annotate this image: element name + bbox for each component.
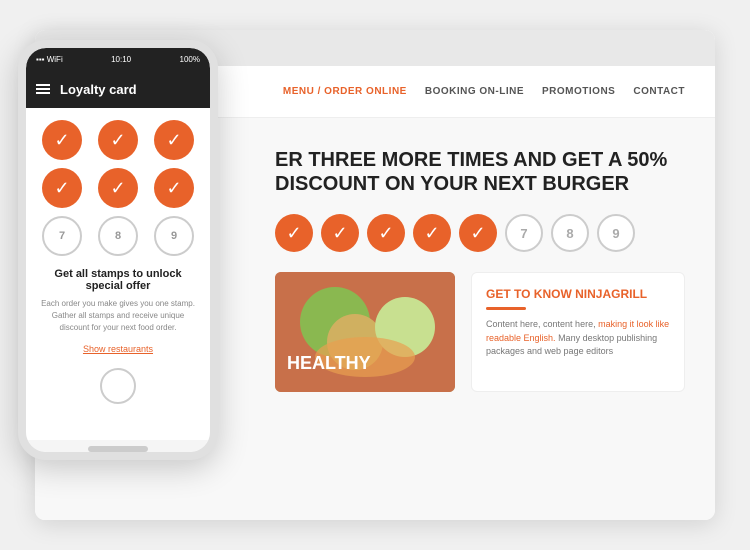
info-title-brand: NINJAGRILL [575,287,647,301]
phone-stamp-empty-7: 7 [42,216,82,256]
phone-stamp-empty-8: 8 [98,216,138,256]
stamp-1: ✓ [275,214,313,252]
nav-link-menu[interactable]: MENU / ORDER ONLINE [283,86,407,97]
info-text-highlight: making it look like readable English. [486,319,669,343]
food-image [275,272,455,392]
phone-stamp-empty-9: 9 [154,216,194,256]
hamburger-line-2 [36,88,50,90]
phone-stamp-4: ✓ [42,168,82,208]
phone-app-header: Loyalty card [26,70,210,108]
info-card: GET TO KNOW NINJAGRILL Content here, con… [471,272,685,392]
food-card: HEALTHY [275,272,455,392]
stamp-9: 9 [597,214,635,252]
phone-stamp-1: ✓ [42,120,82,160]
stamps-row: ✓ ✓ ✓ ✓ ✓ 7 8 9 [275,214,685,252]
hero-line1: ER THREE MORE TIMES AND GET A 50% [275,148,685,172]
stamp-3: ✓ [367,214,405,252]
phone-stamps-grid: ✓ ✓ ✓ ✓ ✓ ✓ 7 8 9 [38,120,198,256]
phone-signal: ▪▪▪ WiFi [36,55,63,64]
phone-body: ✓ ✓ ✓ ✓ ✓ ✓ 7 8 9 Get all stamps to unlo… [26,108,210,440]
phone-mockup: ▪▪▪ WiFi 10:10 100% Loyalty card ✓ ✓ ✓ ✓… [18,40,218,460]
phone-status-bar: ▪▪▪ WiFi 10:10 100% [26,48,210,70]
hero-heading: ER THREE MORE TIMES AND GET A 50% DISCOU… [275,148,685,196]
phone-stamp-5: ✓ [98,168,138,208]
stamp-4: ✓ [413,214,451,252]
nav-link-promotions[interactable]: PROMOTIONS [542,86,615,97]
hero-line2: DISCOUNT ON YOUR NEXT BURGER [275,172,685,196]
info-text-content: Content here, content here, making it lo… [486,319,669,356]
stamp-7: 7 [505,214,543,252]
food-card-label: HEALTHY [287,353,371,374]
phone-notch [88,446,148,452]
nav-link-contact[interactable]: CONTACT [633,86,685,97]
info-card-title: GET TO KNOW NINJAGRILL [486,287,670,301]
phone-promo-title: Get all stamps to unlock special offer [38,268,198,292]
phone-show-restaurants-link[interactable]: Show restaurants [38,344,198,354]
phone-stamp-2: ✓ [98,120,138,160]
hamburger-icon[interactable] [36,84,50,94]
info-title-plain: GET TO KNOW [486,287,575,301]
stamp-8: 8 [551,214,589,252]
phone-screen: ▪▪▪ WiFi 10:10 100% Loyalty card ✓ ✓ ✓ ✓… [26,48,210,452]
phone-time: 10:10 [111,55,131,64]
stamp-2: ✓ [321,214,359,252]
info-card-divider [486,307,526,310]
phone-battery: 100% [180,55,200,64]
food-illustration [275,272,455,392]
nav-link-booking[interactable]: BOOKING ON-LINE [425,86,524,97]
nav-links: MENU / ORDER ONLINE BOOKING ON-LINE PROM… [283,86,685,97]
phone-home-button[interactable] [100,368,136,404]
bottom-cards-row: HEALTHY GET TO KNOW NINJAGRILL Content h… [275,272,685,392]
phone-stamp-6: ✓ [154,168,194,208]
hamburger-line-1 [36,84,50,86]
info-card-text: Content here, content here, making it lo… [486,318,670,359]
phone-header-title: Loyalty card [60,82,137,97]
phone-promo-text: Each order you make gives you one stamp.… [38,298,198,334]
hamburger-line-3 [36,92,50,94]
stamp-5: ✓ [459,214,497,252]
phone-stamp-3: ✓ [154,120,194,160]
